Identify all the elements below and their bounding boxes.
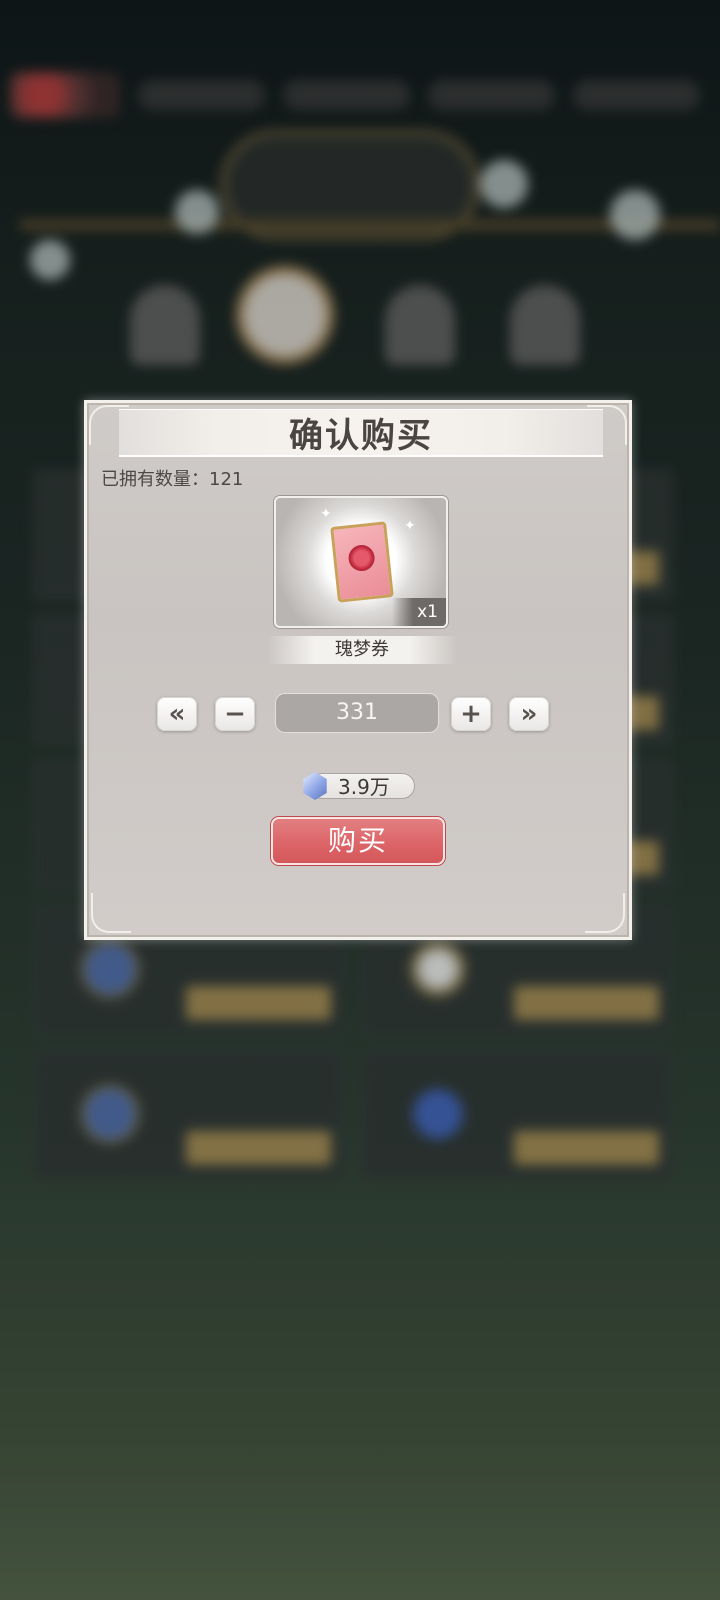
owned-count: 121 — [209, 469, 244, 490]
price-display: 3.9万 — [303, 772, 415, 800]
dialog-title: 确认购买 — [289, 416, 433, 456]
increase-button[interactable]: + — [451, 697, 491, 731]
minus-icon: − — [224, 699, 246, 729]
buy-button[interactable]: 购买 — [271, 817, 445, 865]
crystal-gem-icon — [303, 772, 327, 800]
max-quantity-button[interactable]: » — [509, 697, 549, 731]
owned-label: 已拥有数量： — [101, 469, 209, 490]
double-chevron-right-icon: » — [520, 699, 538, 729]
confirm-purchase-dialog: 确认购买 已拥有数量：121 ✦ ✦ x1 瑰梦券 « − 331 + » 3.… — [84, 400, 632, 940]
rose-icon — [347, 543, 376, 573]
sparkle-icon: ✦ — [320, 506, 332, 522]
min-quantity-button[interactable]: « — [157, 697, 197, 731]
ornament-corner — [91, 893, 131, 933]
quantity-input[interactable]: 331 — [275, 693, 439, 733]
owned-count-row: 已拥有数量：121 — [101, 465, 243, 491]
quantity-stepper: « − 331 + » — [87, 693, 629, 737]
rose-ticket-icon — [330, 521, 394, 603]
sparkle-icon: ✦ — [404, 518, 416, 534]
double-chevron-left-icon: « — [168, 699, 186, 729]
price-amount: 3.9万 — [338, 775, 390, 799]
item-preview: ✦ ✦ x1 — [274, 496, 448, 628]
item-name: 瑰梦券 — [267, 636, 457, 664]
ornament-corner — [585, 893, 625, 933]
decrease-button[interactable]: − — [215, 697, 255, 731]
plus-icon: + — [460, 699, 482, 729]
dialog-title-banner: 确认购买 — [119, 409, 603, 457]
item-stack-count: x1 — [392, 598, 446, 626]
